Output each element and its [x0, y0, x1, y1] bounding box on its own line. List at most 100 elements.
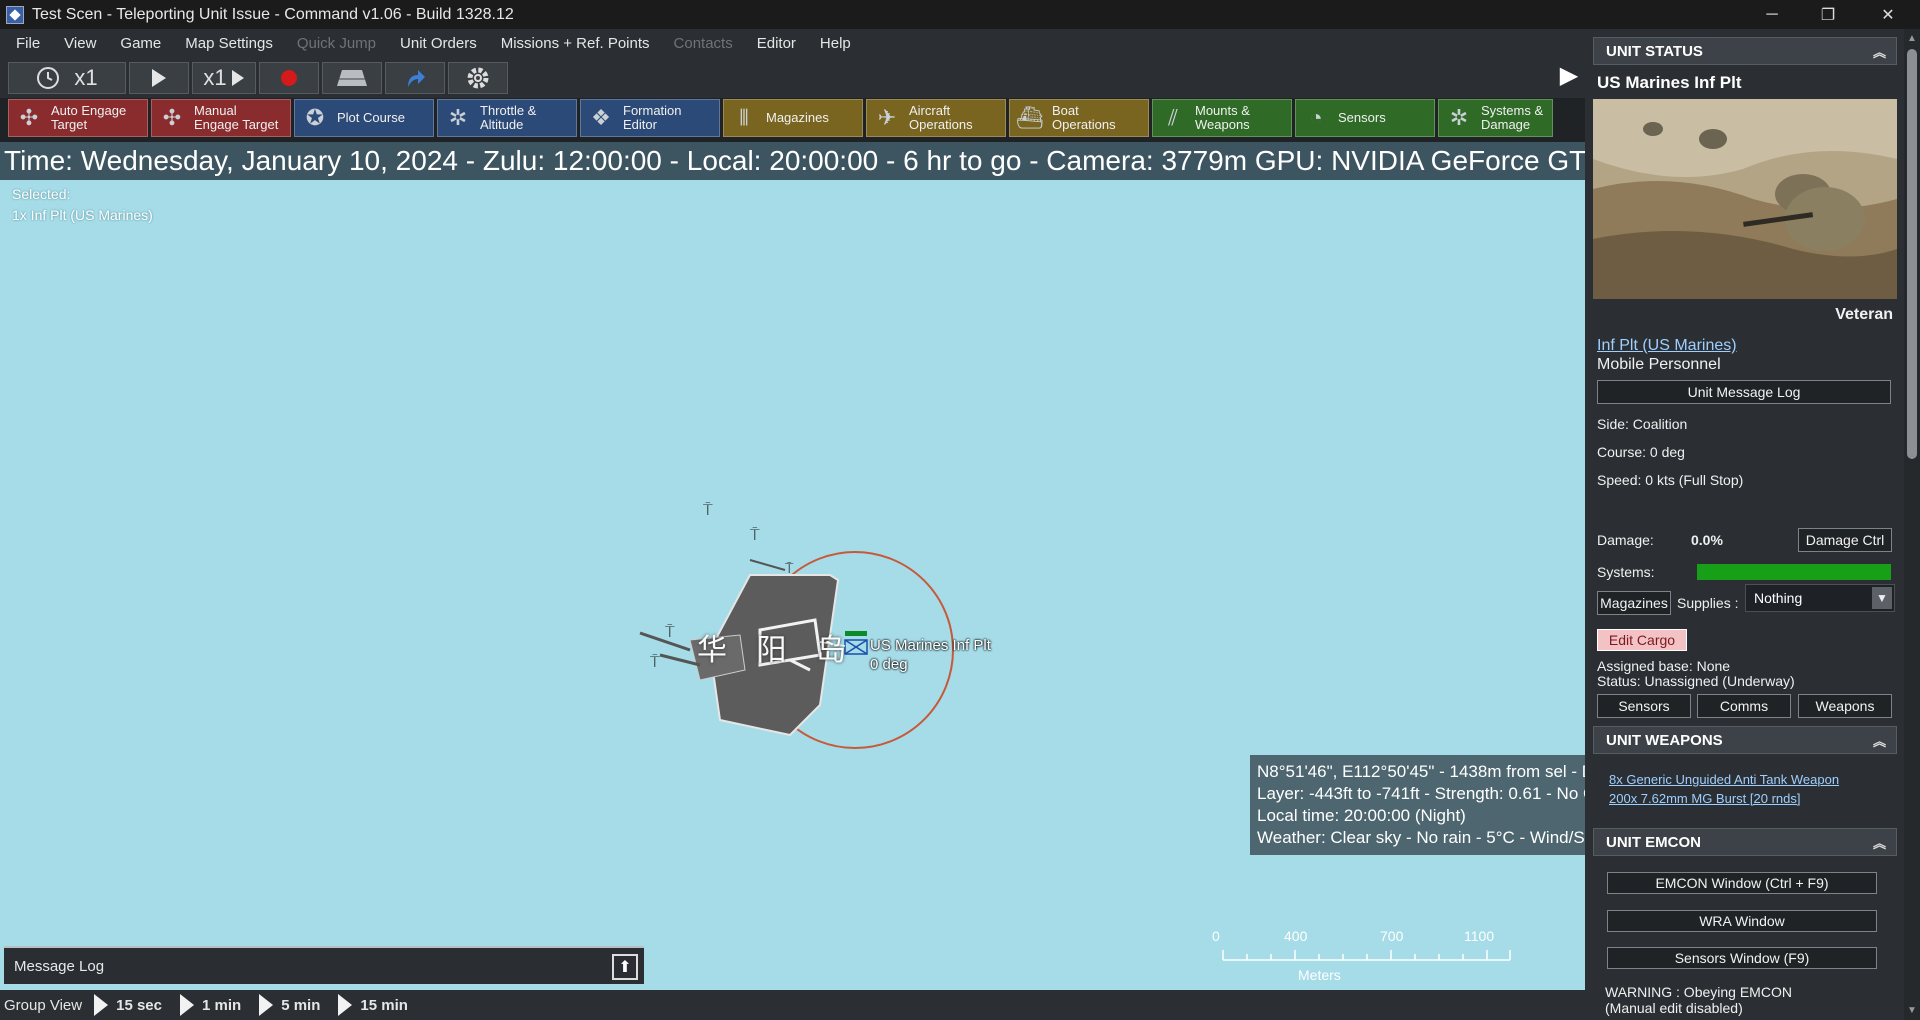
scale-tick-0: 0 — [1212, 928, 1220, 944]
marker-icon: ⍑ — [750, 525, 760, 544]
unit-side: Side: Coalition — [1597, 416, 1688, 432]
record-button[interactable] — [259, 62, 319, 94]
weapons-button[interactable]: Weapons — [1798, 694, 1892, 718]
gear-icon: ✲ — [448, 105, 468, 130]
arrow-icon — [408, 70, 425, 87]
magazines-button[interactable]: Magazines — [1597, 591, 1671, 615]
terrain-icon — [337, 70, 367, 86]
boat-operations-button[interactable]: ⛴ Boat Operations — [1009, 99, 1149, 137]
play-icon[interactable] — [94, 994, 109, 1016]
scroll-down-icon[interactable]: ▼ — [1907, 1005, 1917, 1016]
unit-map-course: 0 deg — [870, 656, 908, 673]
emcon-window-button[interactable]: EMCON Window (Ctrl + F9) — [1607, 872, 1877, 894]
scale-bar — [1222, 950, 1511, 961]
unit-map-name: US Marines Inf Plt — [870, 637, 991, 654]
menu-unit-orders[interactable]: Unit Orders — [388, 35, 489, 52]
formation-editor-button[interactable]: ❖ Formation Editor — [580, 99, 720, 137]
assignment-status: Status: Unassigned (Underway) — [1597, 673, 1795, 689]
compass-icon: ✪ — [305, 105, 325, 130]
collapse-panel-icon[interactable]: ▶ — [1555, 55, 1583, 95]
scale-tick-400: 400 — [1284, 928, 1308, 944]
collapse-icon[interactable]: ︽ — [1873, 833, 1886, 852]
weapon-item[interactable]: 8x Generic Unguided Anti Tank Weapon — [1609, 772, 1839, 787]
title-bar: Test Scen - Teleporting Unit Issue - Com… — [0, 0, 1920, 29]
message-log-label: Message Log — [14, 957, 105, 975]
wra-window-button[interactable]: WRA Window — [1607, 910, 1877, 932]
minimize-button[interactable]: ─ — [1744, 0, 1800, 29]
menu-contacts[interactable]: Contacts — [662, 35, 745, 52]
menu-missions[interactable]: Missions + Ref. Points — [489, 35, 662, 52]
info-line-weather: Weather: Clear sky - No rain - 5°C - Win… — [1257, 828, 1585, 847]
aircraft-operations-button[interactable]: ✈ Aircraft Operations — [866, 99, 1006, 137]
menu-editor[interactable]: Editor — [745, 35, 808, 52]
marker-icon: ⍑ — [703, 500, 713, 519]
restore-button[interactable]: ❐ — [1800, 0, 1856, 29]
menu-file[interactable]: File — [4, 35, 52, 52]
unit-class-link[interactable]: Inf Plt (US Marines) — [1597, 337, 1737, 355]
supplies-select[interactable]: Nothing ▼ — [1745, 584, 1895, 612]
message-log-bar[interactable]: Message Log ⬆ — [4, 946, 644, 984]
collapse-icon[interactable]: ︽ — [1873, 42, 1886, 61]
play-icon[interactable] — [180, 994, 194, 1016]
panel-scrollbar[interactable]: ▲ ▼ — [1904, 29, 1920, 1020]
interval-1-min[interactable]: 1 min — [202, 997, 247, 1014]
step-button[interactable]: x1 — [192, 62, 256, 94]
jump-button[interactable] — [385, 62, 445, 94]
close-button[interactable]: ✕ — [1860, 0, 1916, 29]
plot-course-button[interactable]: ✪ Plot Course — [294, 99, 434, 137]
collapse-icon[interactable]: ︽ — [1873, 731, 1886, 750]
sensors-button[interactable]: ◔ Sensors — [1295, 99, 1435, 137]
play-button[interactable] — [129, 62, 189, 94]
menu-quick-jump[interactable]: Quick Jump — [285, 35, 388, 52]
gear-icon — [467, 67, 489, 89]
emcon-warning-line1: WARNING : Obeying EMCON — [1605, 984, 1792, 1000]
scale-tick-700: 700 — [1380, 928, 1404, 944]
play-icon[interactable] — [338, 994, 353, 1016]
menu-game[interactable]: Game — [108, 35, 173, 52]
unit-message-log-button[interactable]: Unit Message Log — [1597, 380, 1891, 404]
comms-button[interactable]: Comms — [1697, 694, 1791, 718]
record-icon — [281, 70, 297, 86]
menu-map-settings[interactable]: Map Settings — [173, 35, 285, 52]
map-view[interactable]: Selected: 1x Inf Plt (US Marines) ⍑ ⍑ ⍑ … — [0, 180, 1585, 990]
marker-icon: ⍑ — [665, 622, 675, 641]
unit-status-header[interactable]: UNIT STATUS ︽ — [1593, 37, 1897, 65]
weapon-item[interactable]: 200x 7.62mm MG Burst [20 rnds] — [1609, 791, 1800, 806]
sensors-window-button[interactable]: Sensors Window (F9) — [1607, 947, 1877, 969]
throttle-altitude-button[interactable]: ✲ Throttle & Altitude — [437, 99, 577, 137]
unit-speed: Speed: 0 kts (Full Stop) — [1597, 472, 1744, 488]
window-title: Test Scen - Teleporting Unit Issue - Com… — [32, 5, 514, 23]
bottom-bar: Group View 15 sec 1 min 5 min 15 min — [0, 990, 1585, 1020]
unit-status-panel: UNIT STATUS ︽ US Marines Inf Plt Veteran… — [1585, 29, 1920, 1020]
unit-course: Course: 0 deg — [1597, 444, 1685, 460]
damage-ctrl-button[interactable]: Damage Ctrl — [1798, 528, 1892, 552]
edit-cargo-button[interactable]: Edit Cargo — [1597, 629, 1687, 651]
terrain-button[interactable] — [322, 62, 382, 94]
interval-5-min[interactable]: 5 min — [281, 997, 326, 1014]
time-compression-button[interactable]: x1 — [8, 62, 126, 94]
orders-toolbar: ✣ Auto Engage Target ✣ Manual Engage Targe… — [8, 99, 1553, 139]
unit-name: US Marines Inf Plt — [1597, 73, 1742, 92]
mounts-weapons-button[interactable]: ⫽ Mounts & Weapons — [1152, 99, 1292, 137]
time-status-bar: Time: Wednesday, January 10, 2024 - Zulu… — [0, 142, 1585, 180]
unit-status-title: UNIT STATUS — [1606, 42, 1703, 60]
play-icon[interactable] — [259, 994, 274, 1016]
sensors-button[interactable]: Sensors — [1597, 694, 1691, 718]
menu-view[interactable]: View — [52, 35, 108, 52]
settings-button[interactable] — [448, 62, 508, 94]
magazines-button[interactable]: ⫴ Magazines — [723, 99, 863, 137]
systems-health-bar — [1697, 564, 1891, 580]
manual-engage-target-button[interactable]: ✣ Manual Engage Target — [151, 99, 291, 137]
systems-damage-button[interactable]: ✲ Systems & Damage — [1438, 99, 1553, 137]
interval-15-min[interactable]: 15 min — [360, 997, 414, 1014]
menu-help[interactable]: Help — [808, 35, 863, 52]
scroll-up-icon[interactable]: ▲ — [1907, 33, 1917, 44]
unit-emcon-header[interactable]: UNIT EMCON ︽ — [1593, 828, 1897, 856]
expand-icon[interactable]: ⬆ — [612, 954, 638, 980]
crosshair-icon: ✣ — [19, 105, 39, 130]
unit-weapons-header[interactable]: UNIT WEAPONS ︽ — [1593, 726, 1897, 754]
interval-15-sec[interactable]: 15 sec — [116, 997, 168, 1014]
auto-engage-target-button[interactable]: ✣ Auto Engage Target — [8, 99, 148, 137]
scrollbar-thumb[interactable] — [1907, 49, 1917, 459]
info-line-time: Local time: 20:00:00 (Night) — [1257, 806, 1466, 825]
